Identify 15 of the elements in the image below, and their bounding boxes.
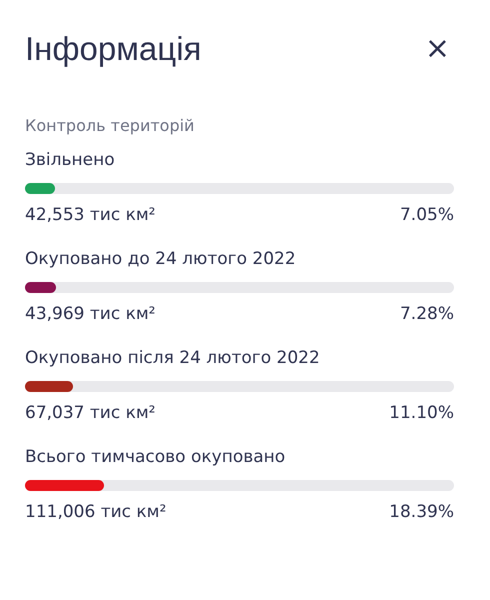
- territory-label: Звільнено: [25, 149, 116, 171]
- area-value: 42,553 тис км²: [25, 204, 156, 226]
- territory-label: Окуповано після 24 лютого 2022: [25, 347, 321, 369]
- section-title: Контроль територій: [25, 116, 196, 135]
- panel-title: Інформація: [25, 30, 202, 68]
- territory-label: Всього тимчасово окуповано: [25, 446, 286, 468]
- percent-value: 7.28%: [400, 303, 454, 325]
- percent-value: 7.05%: [400, 204, 454, 226]
- close-button[interactable]: ×: [420, 34, 454, 64]
- area-value: 111,006 тис км²: [25, 501, 166, 523]
- percent-value: 18.39%: [389, 501, 454, 523]
- territory-label: Окуповано до 24 лютого 2022: [25, 248, 297, 270]
- percent-value: 11.10%: [389, 402, 454, 424]
- area-value: 67,037 тис км²: [25, 402, 156, 424]
- area-value: 43,969 тис км²: [25, 303, 156, 325]
